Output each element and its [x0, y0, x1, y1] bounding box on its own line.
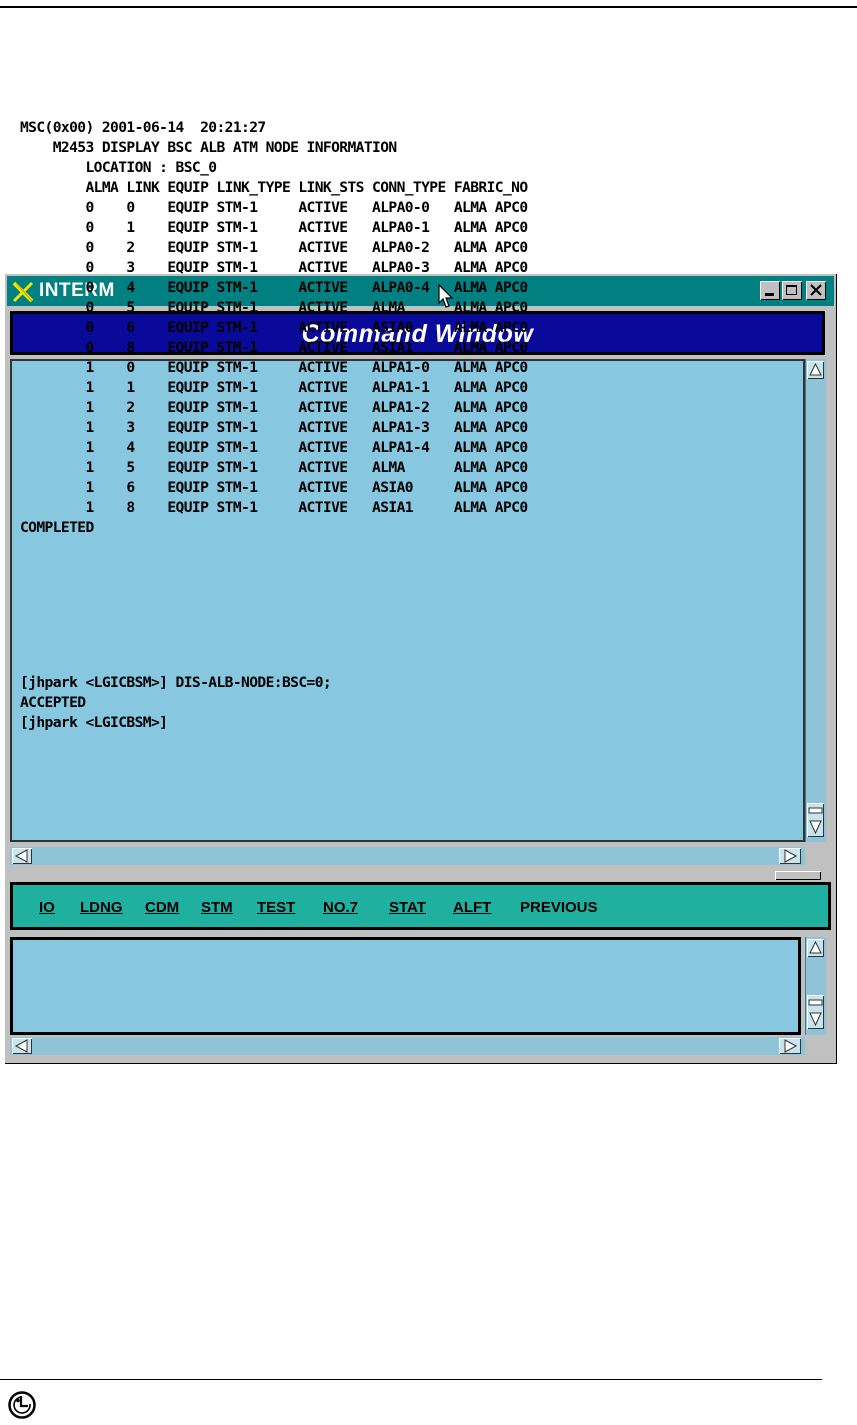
- output-scroll-right[interactable]: [779, 848, 801, 864]
- input-scroll-right[interactable]: [779, 1038, 801, 1054]
- maximize-button[interactable]: [782, 281, 802, 300]
- input-line: ACCEPTED: [20, 694, 86, 711]
- output-line: LOCATION : BSC_0: [20, 159, 217, 176]
- output-line: 1 2 EQUIP STM-1 ACTIVE ALPA1-2 ALMA APC0: [20, 399, 528, 416]
- scroll-up-icon: [809, 940, 822, 954]
- menu-item-no7[interactable]: NO.7: [323, 899, 358, 916]
- input-vertical-scrollbar[interactable]: [805, 937, 826, 1035]
- maximize-icon: [786, 285, 797, 295]
- pane-resize-handle[interactable]: [775, 871, 821, 880]
- output-horizontal-scrollbar[interactable]: [10, 847, 805, 865]
- close-icon: [810, 284, 822, 296]
- command-input-panel[interactable]: [10, 937, 801, 1035]
- input-scroll-down[interactable]: [807, 995, 824, 1029]
- input-scroll-left[interactable]: [12, 1038, 32, 1054]
- menu-item-test[interactable]: TEST: [257, 899, 295, 916]
- page-top-rule: [0, 6, 857, 8]
- scroll-down-icon: [808, 807, 823, 835]
- output-scroll-left[interactable]: [12, 848, 32, 864]
- output-line: 0 4 EQUIP STM-1 ACTIVE ALPA0-4 ALMA APC0: [20, 279, 528, 296]
- output-line: COMPLETED: [20, 519, 94, 536]
- output-line: M2453 DISPLAY BSC ALB ATM NODE INFORMATI…: [20, 139, 397, 156]
- menu-item-cdm[interactable]: CDM: [145, 899, 179, 916]
- output-line: MSC(0x00) 2001-06-14 20:21:27: [20, 119, 266, 136]
- minimize-icon: [765, 293, 774, 296]
- page-bottom-rule: [0, 1379, 822, 1380]
- output-line: 1 1 EQUIP STM-1 ACTIVE ALPA1-1 ALMA APC0: [20, 379, 528, 396]
- output-line: 0 0 EQUIP STM-1 ACTIVE ALPA0-0 ALMA APC0: [20, 199, 528, 216]
- output-line: 0 5 EQUIP STM-1 ACTIVE ALMA ALMA APC0: [20, 299, 528, 316]
- output-scroll-down[interactable]: [807, 803, 824, 837]
- scroll-left-icon: [14, 849, 28, 863]
- command-output-text: MSC(0x00) 2001-06-14 20:21:27 M2453 DISP…: [20, 118, 528, 538]
- input-line: [jhpark <LGICBSM>] DIS-ALB-NODE:BSC=0;: [20, 674, 332, 691]
- output-vertical-scrollbar[interactable]: [805, 359, 826, 842]
- scroll-up-icon: [809, 362, 822, 376]
- input-line: [jhpark <LGICBSM>]: [20, 714, 168, 731]
- close-button[interactable]: [806, 281, 826, 300]
- output-line: 0 2 EQUIP STM-1 ACTIVE ALPA0-2 ALMA APC0: [20, 239, 528, 256]
- output-line: 1 4 EQUIP STM-1 ACTIVE ALPA1-4 ALMA APC0: [20, 439, 528, 456]
- menu-item-ldng[interactable]: LDNG: [80, 899, 123, 916]
- minimize-button[interactable]: [760, 281, 780, 300]
- output-line: 1 3 EQUIP STM-1 ACTIVE ALPA1-3 ALMA APC0: [20, 419, 528, 436]
- output-line: 0 3 EQUIP STM-1 ACTIVE ALPA0-3 ALMA APC0: [20, 259, 528, 276]
- output-line: 1 8 EQUIP STM-1 ACTIVE ASIA1 ALMA APC0: [20, 499, 528, 516]
- menu-item-previous[interactable]: PREVIOUS: [520, 899, 598, 916]
- output-line: ALMA LINK EQUIP LINK_TYPE LINK_STS CONN_…: [20, 179, 528, 196]
- output-line: 0 1 EQUIP STM-1 ACTIVE ALPA0-1 ALMA APC0: [20, 219, 528, 236]
- scroll-right-icon: [784, 849, 798, 863]
- output-line: 1 6 EQUIP STM-1 ACTIVE ASIA0 ALMA APC0: [20, 479, 528, 496]
- scroll-left-icon: [14, 1039, 28, 1053]
- scroll-down-icon: [808, 999, 823, 1027]
- menu-item-io[interactable]: IO: [39, 899, 55, 916]
- output-line: 0 6 EQUIP STM-1 ACTIVE ASIA0 ALMA APC0: [20, 319, 528, 336]
- output-line: 1 5 EQUIP STM-1 ACTIVE ALMA ALMA APC0: [20, 459, 528, 476]
- output-line: 1 0 EQUIP STM-1 ACTIVE ALPA1-0 ALMA APC0: [20, 359, 528, 376]
- command-menu-bar: IO LDNG CDM STM TEST NO.7 STAT ALFT PREV…: [10, 882, 831, 930]
- lg-logo-icon: [8, 1391, 36, 1419]
- scroll-right-icon: [784, 1039, 798, 1053]
- menu-item-stm[interactable]: STM: [201, 899, 233, 916]
- output-scroll-up[interactable]: [807, 361, 824, 379]
- input-horizontal-scrollbar[interactable]: [10, 1037, 805, 1055]
- input-scroll-up[interactable]: [807, 939, 824, 957]
- menu-item-alft[interactable]: ALFT: [453, 899, 491, 916]
- output-line: 0 8 EQUIP STM-1 ACTIVE ASIA1 ALMA APC0: [20, 339, 528, 356]
- menu-item-stat[interactable]: STAT: [389, 899, 426, 916]
- command-input-text[interactable]: [jhpark <LGICBSM>] DIS-ALB-NODE:BSC=0; A…: [20, 673, 332, 733]
